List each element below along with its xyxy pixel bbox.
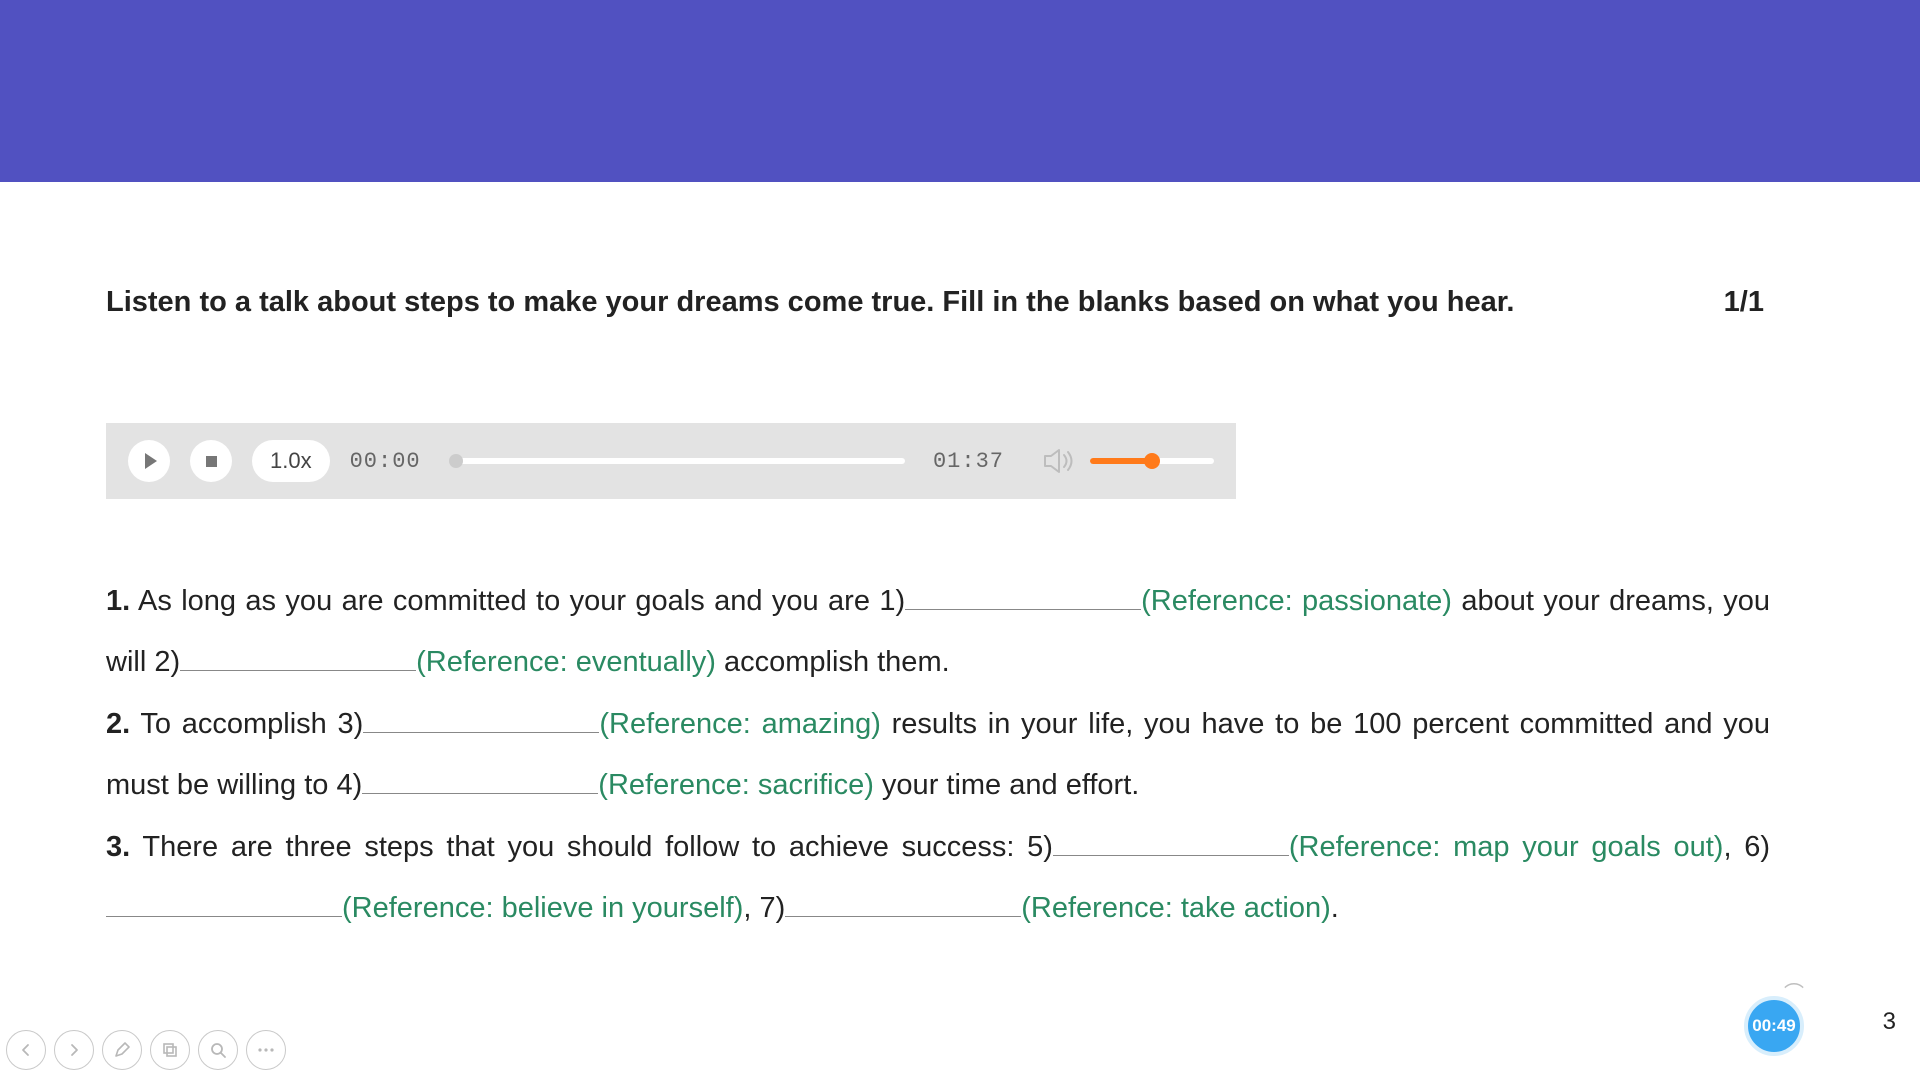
instruction-text: Listen to a talk about steps to make you… <box>106 286 1514 319</box>
q1-number: 1. <box>106 585 130 617</box>
q3-text-a: There are three steps that you should fo… <box>130 831 1053 863</box>
volume-icon[interactable] <box>1042 447 1076 475</box>
total-time: 01:37 <box>933 449 1004 474</box>
ref-7: (Reference: take action) <box>1021 892 1330 924</box>
q2-text-c: your time and effort. <box>874 769 1139 801</box>
ref-2: (Reference: eventually) <box>416 646 716 678</box>
play-button[interactable] <box>128 440 170 482</box>
sep-5-6: , 6) <box>1723 831 1770 863</box>
passage-end: . <box>1331 892 1339 924</box>
zoom-tool-button[interactable] <box>198 1030 238 1070</box>
volume-bar[interactable] <box>1090 458 1214 464</box>
sep-6-7: , 7) <box>743 892 785 924</box>
q3-number: 3. <box>106 831 130 863</box>
main-content: Listen to a talk about steps to make you… <box>106 286 1770 940</box>
blank-6[interactable] <box>106 916 342 917</box>
timer-badge[interactable]: 00:49 <box>1744 996 1804 1056</box>
stop-button[interactable] <box>190 440 232 482</box>
progress-thumb[interactable] <box>449 454 463 468</box>
progress-bar[interactable] <box>449 458 905 464</box>
blank-5[interactable] <box>1053 855 1289 856</box>
pen-tool-button[interactable] <box>102 1030 142 1070</box>
copy-tool-button[interactable] <box>150 1030 190 1070</box>
q2-number: 2. <box>106 708 130 740</box>
current-time: 00:00 <box>350 449 421 474</box>
page-number: 3 <box>1883 1008 1896 1036</box>
ref-1: (Reference: passionate) <box>1141 585 1452 617</box>
blank-4[interactable] <box>362 793 598 794</box>
speed-value: 1.0x <box>270 448 312 474</box>
q2-text-a: To accomplish 3) <box>130 708 363 740</box>
q1-text-a: As long as you are committed to your goa… <box>130 585 905 617</box>
volume-control <box>1042 447 1214 475</box>
q1-text-c: accomplish them. <box>716 646 950 678</box>
blank-1[interactable] <box>905 609 1141 610</box>
instruction-row: Listen to a talk about steps to make you… <box>106 286 1770 319</box>
bottom-toolbar <box>6 1030 286 1070</box>
speed-select[interactable]: 1.0x <box>252 440 330 482</box>
play-icon <box>145 453 157 469</box>
ref-6: (Reference: believe in yourself) <box>342 892 743 924</box>
audio-player: 1.0x 00:00 01:37 <box>106 423 1236 499</box>
blank-3[interactable] <box>363 732 599 733</box>
passage: 1. As long as you are committed to your … <box>106 571 1770 940</box>
header-band <box>0 0 1920 182</box>
stop-icon <box>206 456 217 467</box>
prev-button[interactable] <box>6 1030 46 1070</box>
volume-fill <box>1090 458 1150 464</box>
blank-2[interactable] <box>180 670 416 671</box>
timer-value: 00:49 <box>1752 1016 1795 1036</box>
question-counter: 1/1 <box>1724 286 1764 319</box>
volume-thumb[interactable] <box>1144 453 1160 469</box>
ref-5: (Reference: map your goals out) <box>1289 831 1724 863</box>
next-button[interactable] <box>54 1030 94 1070</box>
ref-3: (Reference: amazing) <box>599 708 881 740</box>
ref-4: (Reference: sacrifice) <box>598 769 874 801</box>
more-tool-button[interactable] <box>246 1030 286 1070</box>
blank-7[interactable] <box>785 916 1021 917</box>
